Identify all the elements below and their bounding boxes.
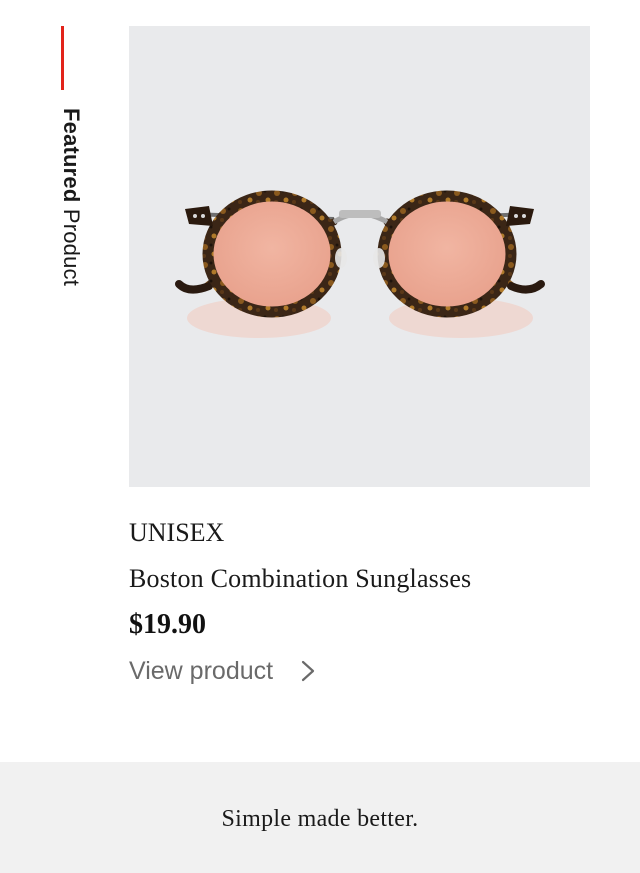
product-category: UNISEX [129,518,225,547]
view-product-link[interactable]: View product [129,653,609,689]
featured-section-rail: Featured Product [40,24,84,324]
sunglasses-icon [175,190,545,338]
view-product-label: View product [129,656,274,685]
featured-product-label: Featured Product [59,108,84,287]
product-info: UNISEX Boston Combination Sunglasses $19… [129,515,609,689]
accent-line [61,26,64,90]
brand-tagline: Simple made better. [221,806,419,832]
product-price: $19.90 [129,609,206,640]
featured-label-light: Product [59,208,84,287]
product-image[interactable] [129,26,590,487]
chevron-right-icon [301,660,315,682]
footer-banner: Simple made better. [0,762,640,873]
product-name[interactable]: Boston Combination Sunglasses [129,561,609,597]
featured-label-strong: Featured [59,108,84,203]
